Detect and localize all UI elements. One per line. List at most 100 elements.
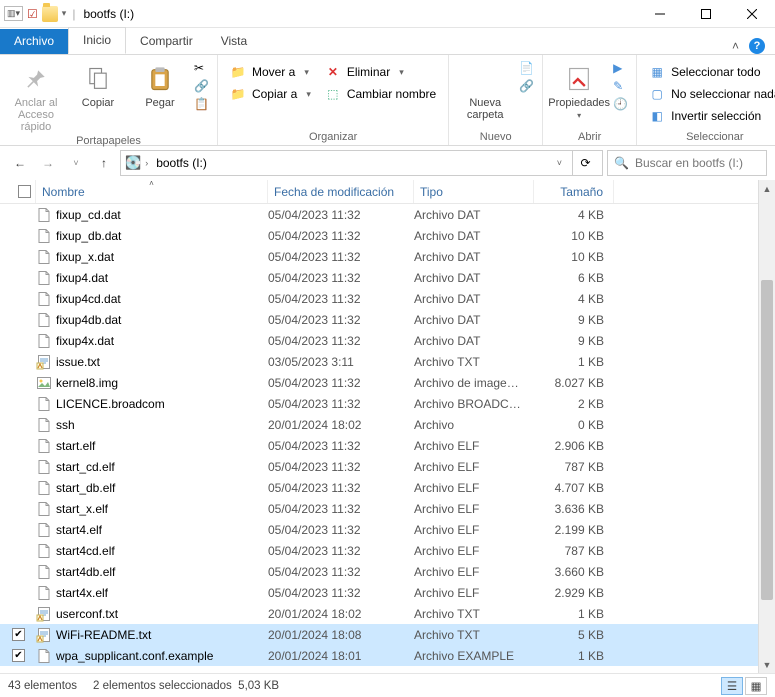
up-button[interactable]: ↑ — [92, 151, 116, 175]
file-row[interactable]: ✔wpa_supplicant.conf.example20/01/2024 1… — [0, 645, 775, 666]
refresh-button[interactable]: ⟳ — [572, 151, 598, 175]
file-name: fixup4.dat — [56, 271, 108, 285]
tab-home[interactable]: Inicio — [68, 27, 126, 54]
ribbon-collapse-icon[interactable]: ˄ — [732, 39, 739, 53]
status-selection-size: 5,03 KB — [238, 680, 279, 692]
open-icon[interactable]: ▶ — [613, 61, 628, 75]
ribbon: Anclar al Acceso rápido Copiar Pegar ✂ 🔗… — [0, 54, 775, 146]
file-row[interactable]: start.elf05/04/2023 11:32Archivo ELF2.90… — [0, 435, 775, 456]
pin-quick-access-button[interactable]: Anclar al Acceso rápido — [8, 59, 64, 133]
file-row[interactable]: start4.elf05/04/2023 11:32Archivo ELF2.1… — [0, 519, 775, 540]
file-list: fixup_cd.dat05/04/2023 11:32Archivo DAT4… — [0, 204, 775, 673]
file-size: 2.199 KB — [534, 523, 614, 537]
address-bar[interactable]: 💽 › bootfs (I:) ˅ ⟳ — [120, 150, 603, 176]
file-row[interactable]: fixup4x.dat05/04/2023 11:32Archivo DAT9 … — [0, 330, 775, 351]
minimize-button[interactable] — [637, 0, 683, 28]
file-row[interactable]: start_db.elf05/04/2023 11:32Archivo ELF4… — [0, 477, 775, 498]
column-type[interactable]: Tipo — [414, 180, 534, 203]
file-size: 0 KB — [534, 418, 614, 432]
scrollbar-thumb[interactable] — [761, 280, 773, 600]
file-row[interactable]: start_cd.elf05/04/2023 11:32Archivo ELF7… — [0, 456, 775, 477]
file-row[interactable]: ssh20/01/2024 18:02Archivo0 KB — [0, 414, 775, 435]
copy-button[interactable]: Copiar — [70, 59, 126, 109]
back-button[interactable]: ← — [8, 151, 32, 175]
edit-icon[interactable]: ✎ — [613, 79, 628, 93]
file-date: 05/04/2023 11:32 — [268, 481, 414, 495]
file-type: Archivo BROADC… — [414, 397, 534, 411]
scroll-up-icon[interactable]: ▲ — [759, 180, 775, 197]
new-folder-button[interactable]: Nueva carpeta — [457, 59, 513, 121]
view-details-button[interactable]: ☰ — [721, 677, 743, 695]
column-name[interactable]: Nombre˄ — [36, 180, 268, 203]
close-button[interactable] — [729, 0, 775, 28]
file-date: 05/04/2023 11:32 — [268, 397, 414, 411]
qat-chevron-icon[interactable]: ▾ — [62, 8, 67, 19]
rename-button[interactable]: ⬚Cambiar nombre — [321, 85, 440, 103]
file-date: 05/04/2023 11:32 — [268, 376, 414, 390]
file-row[interactable]: issue.txt03/05/2023 3:11Archivo TXT1 KB — [0, 351, 775, 372]
file-row[interactable]: fixup_x.dat05/04/2023 11:32Archivo DAT10… — [0, 246, 775, 267]
column-date[interactable]: Fecha de modificación — [268, 180, 414, 203]
file-row[interactable]: fixup_db.dat05/04/2023 11:32Archivo DAT1… — [0, 225, 775, 246]
file-row[interactable]: fixup_cd.dat05/04/2023 11:32Archivo DAT4… — [0, 204, 775, 225]
qat-properties-icon[interactable]: ☑ — [27, 7, 38, 21]
qat-dropdown-icon[interactable]: ▥▾ — [4, 6, 23, 21]
select-all-button[interactable]: ▦Seleccionar todo — [645, 63, 775, 81]
file-date: 20/01/2024 18:02 — [268, 607, 414, 621]
file-icon — [36, 585, 52, 601]
breadcrumb-location[interactable]: bootfs (I:) — [152, 154, 211, 172]
easy-access-icon[interactable]: 🔗 — [519, 79, 534, 93]
file-type: Archivo ELF — [414, 565, 534, 579]
file-row[interactable]: userconf.txt20/01/2024 18:02Archivo TXT1… — [0, 603, 775, 624]
file-row[interactable]: ✔WiFi-README.txt20/01/2024 18:08Archivo … — [0, 624, 775, 645]
copy-to-button[interactable]: 📁Copiar a — [226, 85, 315, 103]
group-open-caption: Abrir — [551, 129, 628, 143]
new-item-icon[interactable]: 📄 — [519, 61, 534, 75]
file-row[interactable]: kernel8.img05/04/2023 11:32Archivo de im… — [0, 372, 775, 393]
file-name: start.elf — [56, 439, 95, 453]
file-size: 8.027 KB — [534, 376, 614, 390]
column-size[interactable]: Tamaño — [534, 180, 614, 203]
view-icons-button[interactable]: ▦ — [745, 677, 767, 695]
file-row[interactable]: fixup4cd.dat05/04/2023 11:32Archivo DAT4… — [0, 288, 775, 309]
row-checkbox[interactable]: ✔ — [12, 649, 25, 662]
file-type: Archivo EXAMPLE — [414, 649, 534, 663]
sort-indicator-icon: ˄ — [149, 179, 154, 188]
file-row[interactable]: start_x.elf05/04/2023 11:32Archivo ELF3.… — [0, 498, 775, 519]
paste-button[interactable]: Pegar — [132, 59, 188, 109]
tab-file[interactable]: Archivo — [0, 29, 68, 54]
maximize-button[interactable] — [683, 0, 729, 28]
file-row[interactable]: fixup4db.dat05/04/2023 11:32Archivo DAT9… — [0, 309, 775, 330]
file-name: fixup_cd.dat — [56, 208, 121, 222]
tab-view[interactable]: Vista — [207, 29, 261, 54]
row-checkbox[interactable]: ✔ — [12, 628, 25, 641]
file-row[interactable]: start4db.elf05/04/2023 11:32Archivo ELF3… — [0, 561, 775, 582]
vertical-scrollbar[interactable]: ▲ ▼ — [758, 180, 775, 673]
file-icon — [36, 354, 52, 370]
delete-button[interactable]: ✕Eliminar — [321, 63, 440, 81]
paste-shortcut-icon[interactable]: 📋 — [194, 97, 209, 111]
copy-path-icon[interactable]: 🔗 — [194, 79, 209, 93]
select-none-button[interactable]: ▢No seleccionar nada — [645, 85, 775, 103]
search-input[interactable]: 🔍 Buscar en bootfs (I:) — [607, 150, 767, 176]
tab-share[interactable]: Compartir — [126, 29, 207, 54]
file-row[interactable]: start4x.elf05/04/2023 11:32Archivo ELF2.… — [0, 582, 775, 603]
file-name: fixup_db.dat — [56, 229, 121, 243]
file-row[interactable]: LICENCE.broadcom05/04/2023 11:32Archivo … — [0, 393, 775, 414]
help-icon[interactable]: ? — [749, 38, 765, 54]
file-row[interactable]: start4cd.elf05/04/2023 11:32Archivo ELF7… — [0, 540, 775, 561]
move-to-button[interactable]: 📁Mover a — [226, 63, 315, 81]
scroll-down-icon[interactable]: ▼ — [759, 656, 775, 673]
recent-locations-button[interactable]: ˅ — [64, 151, 88, 175]
address-dropdown-icon[interactable]: ˅ — [551, 158, 568, 168]
cut-icon[interactable]: ✂ — [194, 61, 209, 75]
file-size: 4.707 KB — [534, 481, 614, 495]
invert-selection-icon: ◧ — [649, 108, 665, 124]
breadcrumb-chevron-icon[interactable]: › — [145, 158, 148, 168]
history-icon[interactable]: 🕘 — [613, 97, 628, 111]
forward-button[interactable]: → — [36, 151, 60, 175]
invert-selection-button[interactable]: ◧Invertir selección — [645, 107, 775, 125]
properties-button[interactable]: Propiedades ▾ — [551, 59, 607, 120]
select-all-checkbox[interactable] — [18, 185, 31, 198]
file-row[interactable]: fixup4.dat05/04/2023 11:32Archivo DAT6 K… — [0, 267, 775, 288]
